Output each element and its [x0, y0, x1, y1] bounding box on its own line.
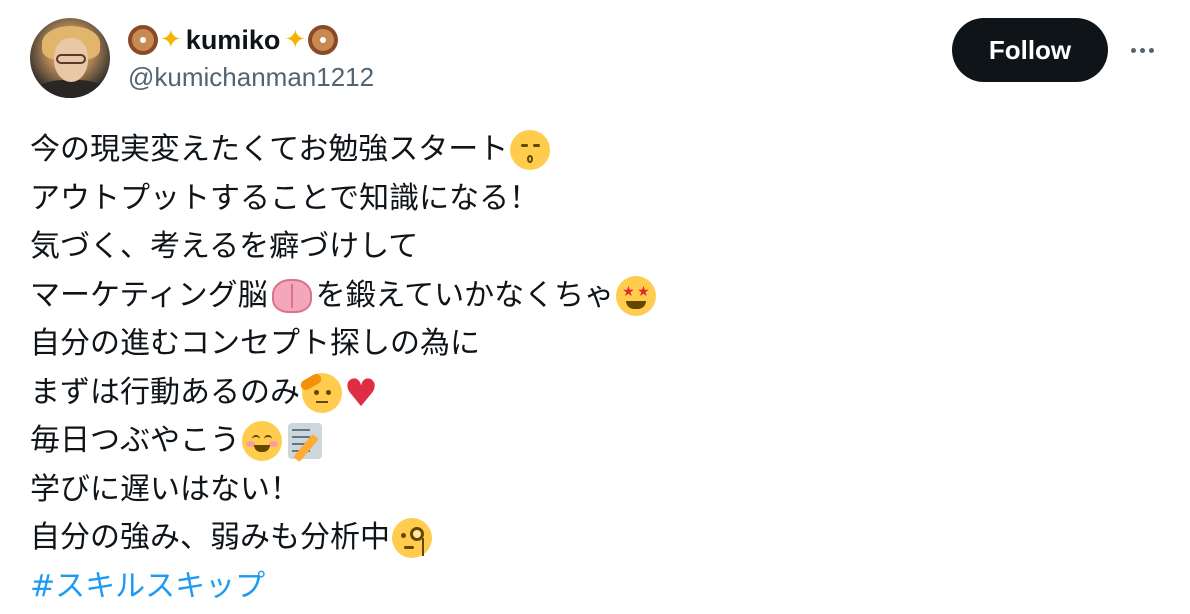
tweet-line: まずは行動あるのみ ♥ [30, 369, 1150, 418]
user-handle[interactable]: @kumichanman1212 [128, 62, 374, 93]
tweet-line: マーケティング脳 を鍛えていかなくちゃ ★ ★ [30, 272, 1150, 321]
tweet-card: ✦ kumiko ✦ @kumichanman1212 Follow 今の現実変… [0, 0, 1190, 614]
tweet-line-text: 自分の強み、弱みも分析中 [30, 520, 390, 555]
avatar[interactable] [30, 18, 110, 98]
tweet-text: 今の現実変えたくてお勉強スタート アウトプットすることで知識になる！ 気づく、考… [30, 126, 1150, 611]
tweet-line: 毎日つぶやこう [30, 417, 1150, 466]
avatar-glasses [56, 54, 86, 64]
tweet-line: アウトプットすることで知識になる！ [30, 175, 1150, 224]
tweet-line-text: 自分の進むコンセプト探しの為に [30, 326, 480, 361]
brain-icon [271, 278, 312, 313]
tweet-line-text: まずは行動あるのみ [30, 374, 300, 410]
tweet-line-text: を鍛えていかなくちゃ [315, 277, 615, 313]
saluting-face-icon [298, 371, 342, 413]
display-name: kumiko [185, 24, 281, 55]
smiling-face-with-smiling-eyes-icon [242, 421, 282, 462]
tweet-line: 今の現実変えたくてお勉強スタート [30, 126, 1150, 175]
face-with-monocle-icon [392, 518, 432, 559]
tweet-line-text: 毎日つぶやこう [30, 423, 240, 458]
more-options-button[interactable] [1122, 30, 1162, 70]
tweet-line: 気づく、考えるを癖づけして [30, 223, 1150, 272]
sparkles-icon: ✦ [284, 25, 307, 55]
tweet-line: 自分の強み、弱みも分析中 [30, 514, 1150, 563]
kissing-face-icon [510, 130, 551, 171]
star-struck-icon: ★ ★ [616, 275, 657, 316]
more-horizontal-icon [1148, 47, 1154, 53]
memo-icon [288, 423, 322, 460]
more-horizontal-icon [1130, 47, 1136, 53]
donut-icon [308, 25, 339, 55]
tweet-line-text: 気づく、考えるを癖づけして [30, 229, 419, 264]
display-name-row[interactable]: ✦ kumiko ✦ [128, 22, 339, 58]
red-heart-icon: ♥ [344, 370, 379, 415]
tweet-line-text: 今の現実変えたくてお勉強スタート [30, 132, 509, 167]
more-horizontal-icon [1139, 47, 1145, 53]
tweet-line-text: 学びに遅いはない！ [30, 471, 300, 507]
donut-icon [128, 25, 158, 55]
tweet-line: 学びに遅いはない！ [30, 466, 1150, 515]
sparkles-icon: ✦ [160, 25, 182, 55]
hashtag-link[interactable]: #スキルスキップ [30, 563, 265, 612]
avatar-coat [36, 80, 106, 98]
tweet-line: 自分の進むコンセプト探しの為に [30, 320, 1150, 369]
tweet-line-text: アウトプットすることで知識になる！ [30, 180, 540, 216]
follow-button[interactable]: Follow [952, 18, 1108, 82]
tweet-line: #スキルスキップ [30, 563, 1150, 612]
tweet-line-text: マーケティング脳 [30, 277, 268, 313]
